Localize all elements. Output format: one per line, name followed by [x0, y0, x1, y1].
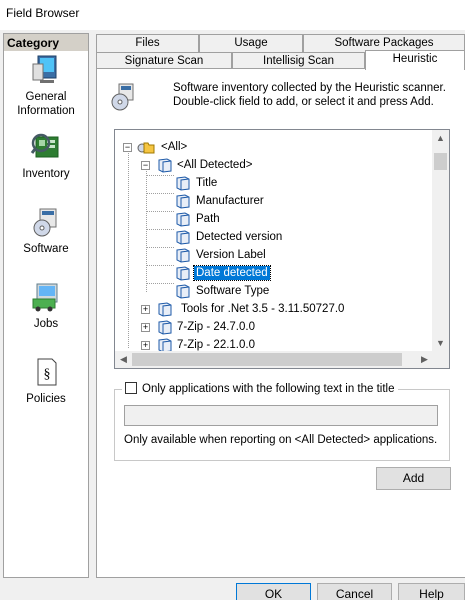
category-software[interactable]: Software	[4, 206, 88, 256]
help-button[interactable]: Help	[398, 583, 465, 600]
tree-connector	[146, 247, 174, 248]
tree-app-label: Tools for .Net 3.5 - 3.11.50727.0	[181, 303, 345, 315]
window-title: Field Browser	[6, 6, 80, 20]
tree-node-all-detected[interactable]: − <All Detected>	[137, 156, 257, 174]
category-jobs[interactable]: Jobs	[4, 281, 88, 331]
group-icon	[157, 157, 173, 173]
tab-label: Intellisig Scan	[263, 55, 334, 67]
tree-app-label: 7-Zip - 22.1.0.0	[177, 339, 255, 351]
info-line-1: Software inventory collected by the Heur…	[173, 82, 446, 94]
tree-connector	[146, 175, 174, 176]
tree-vertical-scrollbar[interactable]: ▲ ▼	[432, 130, 449, 352]
scroll-down-icon[interactable]: ▼	[432, 335, 449, 352]
inventory-icon	[30, 131, 62, 163]
tree-app-node[interactable]: + 7-Zip - 24.7.0.0	[137, 318, 417, 336]
expand-icon[interactable]: +	[141, 323, 150, 332]
add-button[interactable]: Add	[376, 467, 451, 490]
tree-connector	[146, 193, 174, 194]
tab-label: Heuristic	[392, 53, 438, 65]
tree-field-label: Date detected	[193, 265, 271, 281]
tab-heuristic[interactable]: Heuristic	[365, 50, 465, 70]
tree-connector	[146, 265, 174, 266]
scroll-thumb[interactable]	[132, 353, 402, 366]
tree-viewport: − <All> − <All Detected> Title Manufactu…	[115, 130, 433, 353]
collapse-icon[interactable]: −	[123, 143, 132, 152]
category-general-information[interactable]: General Information	[4, 54, 88, 118]
software-icon	[30, 206, 62, 238]
title-filter-checkbox[interactable]: Only applications with the following tex…	[122, 382, 398, 398]
tree-field-date-detected[interactable]: Date detected	[175, 264, 335, 282]
tree-field-manufacturer[interactable]: Manufacturer	[175, 192, 335, 210]
tree-connector	[128, 148, 129, 348]
folder-icon	[137, 139, 155, 155]
tree-field-path[interactable]: Path	[175, 210, 335, 228]
expand-icon[interactable]: +	[141, 305, 150, 314]
category-header: Category	[4, 34, 88, 51]
collapse-icon[interactable]: −	[141, 161, 150, 170]
scroll-up-icon[interactable]: ▲	[432, 130, 449, 147]
category-panel: Category General Information Inventory S…	[3, 33, 89, 578]
scrollbar-corner	[432, 351, 449, 368]
category-policies[interactable]: § Policies	[4, 356, 88, 406]
tree-field-label: Software Type	[196, 285, 270, 297]
scroll-left-icon[interactable]: ◀	[115, 351, 132, 368]
field-browser-window: Field Browser Category General Informati…	[0, 0, 465, 600]
policies-icon: §	[30, 356, 62, 388]
tree-horizontal-scrollbar[interactable]: ◀ ▶	[115, 351, 433, 368]
dialog-button-bar	[0, 578, 465, 600]
tab-label: Files	[135, 37, 160, 49]
checkbox-box[interactable]	[125, 382, 137, 394]
tree-field-version-label[interactable]: Version Label	[175, 246, 335, 264]
category-label: General Information	[17, 91, 75, 117]
tree-field-label: Version Label	[196, 249, 266, 261]
checkbox-label: Only applications with the following tex…	[142, 383, 395, 395]
tab-label: Signature Scan	[124, 55, 204, 67]
ok-button[interactable]: OK	[236, 583, 311, 600]
title-filter-input[interactable]	[124, 405, 438, 426]
tree-connector	[146, 211, 174, 212]
info-text: Software inventory collected by the Heur…	[173, 81, 446, 109]
tree-field-software-type[interactable]: Software Type	[175, 282, 335, 300]
tree-field-label: Manufacturer	[196, 195, 264, 207]
expand-icon[interactable]: +	[141, 341, 150, 350]
tree-node-label: <All Detected>	[177, 159, 253, 171]
tab-label: Usage	[234, 37, 268, 49]
tab-usage[interactable]: Usage	[199, 34, 303, 52]
tab-label: Software Packages	[334, 37, 434, 49]
computer-icon	[30, 54, 62, 86]
software-scan-icon	[110, 82, 138, 112]
filter-note: Only available when reporting on <All De…	[124, 434, 438, 446]
category-label: Software	[23, 243, 69, 255]
info-line-2: Double-click field to add, or select it …	[173, 96, 434, 108]
tree-connector	[146, 283, 174, 284]
title-bar: Field Browser	[0, 0, 465, 30]
tree-field-detected-version[interactable]: Detected version	[175, 228, 335, 246]
jobs-icon	[30, 281, 62, 313]
category-label: Inventory	[22, 168, 70, 180]
field-tree[interactable]: − <All> − <All Detected> Title Manufactu…	[114, 129, 450, 369]
tab-files[interactable]: Files	[96, 34, 199, 52]
category-label: Policies	[26, 393, 66, 405]
tree-field-title[interactable]: Title	[175, 174, 335, 192]
tree-node-root[interactable]: − <All>	[119, 138, 239, 156]
tree-node-label: <All>	[161, 141, 188, 153]
tree-field-label: Detected version	[196, 231, 283, 243]
tree-connector	[146, 229, 174, 230]
category-label: Jobs	[33, 318, 59, 330]
category-inventory[interactable]: Inventory	[4, 131, 88, 181]
cancel-button[interactable]: Cancel	[317, 583, 392, 600]
tree-field-label: Path	[196, 213, 220, 225]
svg-text:§: §	[44, 367, 51, 382]
scroll-right-icon[interactable]: ▶	[416, 351, 433, 368]
tree-app-label: 7-Zip - 24.7.0.0	[177, 321, 255, 333]
tree-app-node[interactable]: + Tools for .Net 3.5 - 3.11.50727.0	[137, 300, 417, 318]
scroll-thumb[interactable]	[434, 153, 447, 170]
tree-field-label: Title	[196, 177, 218, 189]
